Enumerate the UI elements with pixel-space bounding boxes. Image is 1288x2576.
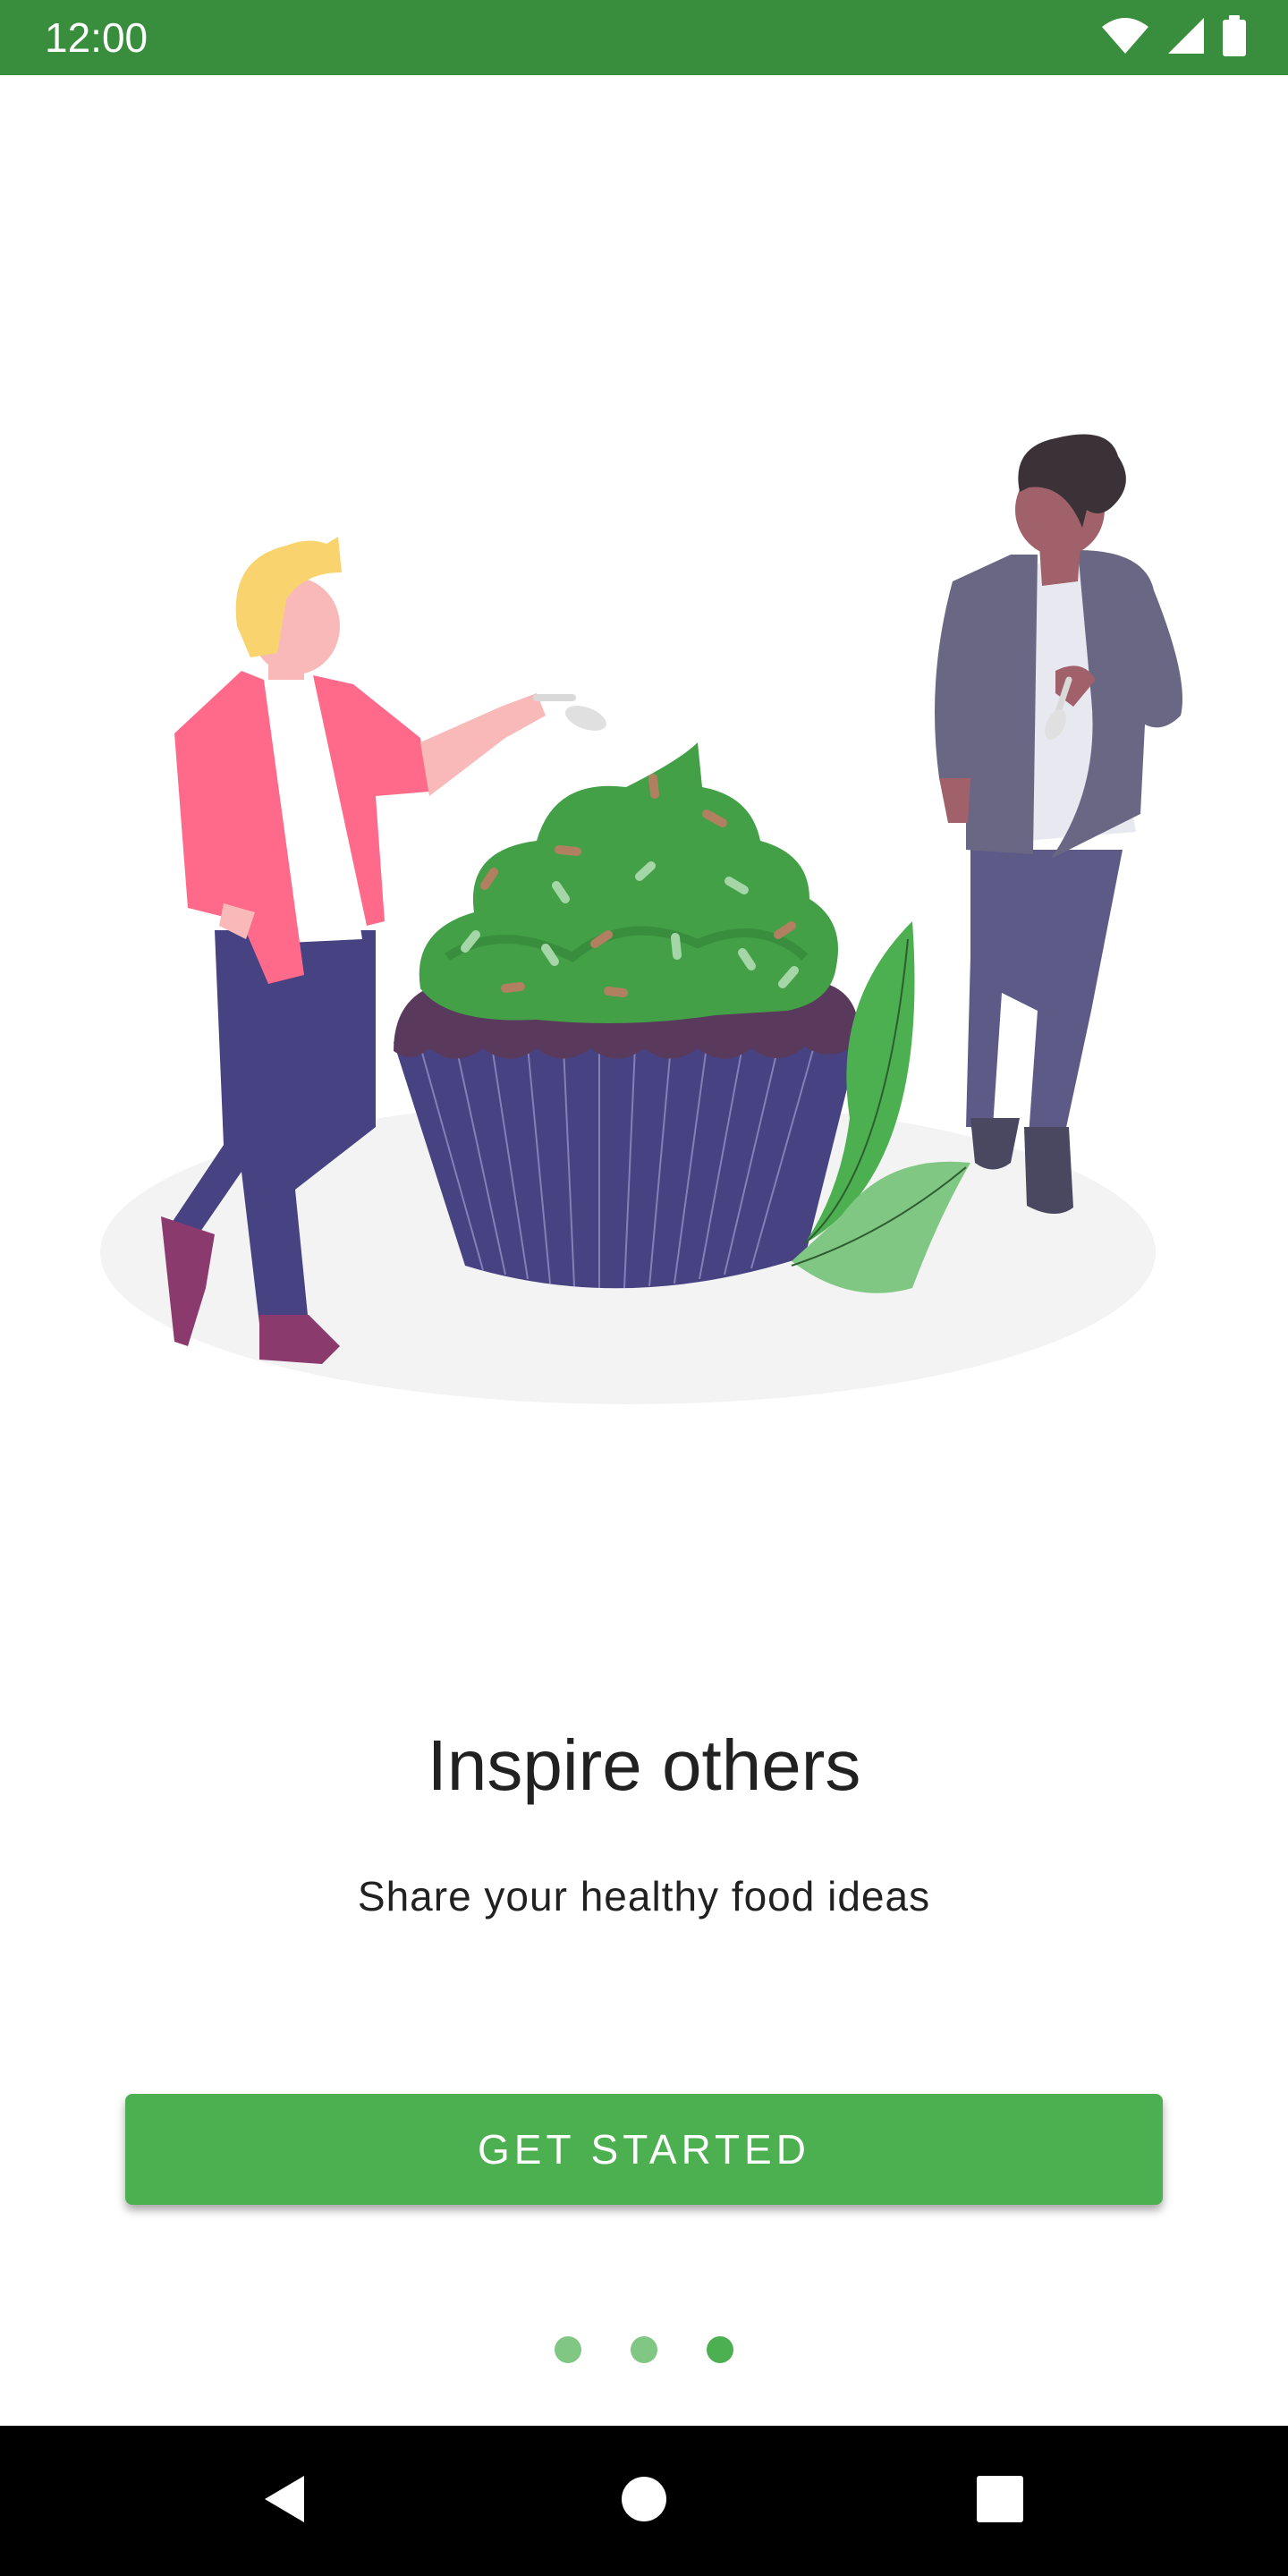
status-bar: 12:00 [0, 0, 1288, 75]
page-indicator-dot-3-active[interactable] [707, 2336, 733, 2363]
battery-icon [1222, 14, 1247, 61]
status-time: 12:00 [45, 14, 148, 61]
onboarding-subtitle: Share your healthy food ideas [357, 1873, 931, 1919]
system-navigation-bar [0, 2426, 1288, 2576]
cellular-signal-icon [1166, 16, 1206, 60]
wifi-icon [1100, 16, 1150, 60]
page-indicator [0, 2336, 1288, 2363]
page-indicator-dot-1[interactable] [555, 2336, 581, 2363]
onboarding-title: Inspire others [427, 1725, 861, 1805]
onboarding-illustration [0, 385, 1288, 1440]
recents-button[interactable] [955, 2456, 1045, 2546]
right-person-figure [935, 434, 1182, 1215]
page-indicator-dot-2[interactable] [631, 2336, 657, 2363]
recents-icon [975, 2474, 1025, 2529]
get-started-button[interactable]: GET STARTED [125, 2094, 1163, 2205]
status-icons [1100, 14, 1247, 61]
home-button[interactable] [599, 2456, 689, 2546]
back-icon [258, 2472, 311, 2530]
cupcake [394, 742, 860, 1289]
back-button[interactable] [240, 2456, 329, 2546]
home-icon [620, 2475, 668, 2528]
